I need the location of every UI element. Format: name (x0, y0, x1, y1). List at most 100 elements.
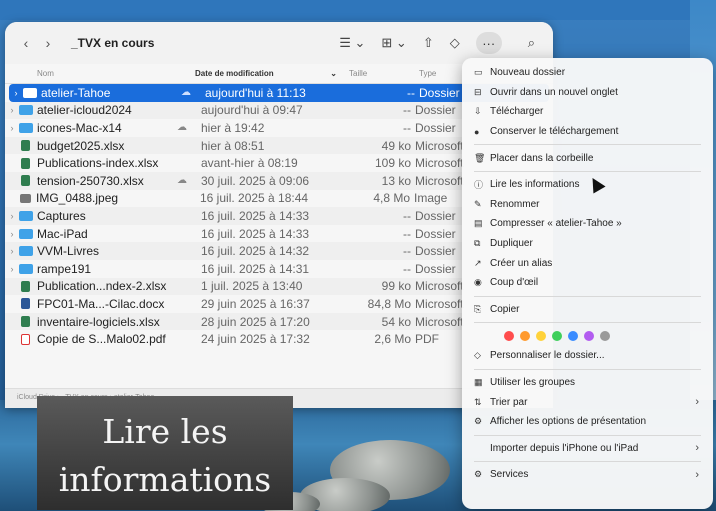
groups-icon: ▦ (474, 377, 483, 388)
file-size: 49 ko (381, 138, 411, 153)
disclosure-chevron-icon[interactable]: › (7, 246, 17, 256)
menu-item[interactable]: ◉ Coup d'œil (468, 273, 707, 293)
tab-icon: ⊟ (474, 86, 482, 97)
disclosure-chevron-icon[interactable]: › (11, 88, 21, 98)
col-name[interactable]: Nom (5, 69, 195, 78)
file-date: aujourd'hui à 11:13 (205, 85, 306, 100)
menu-item[interactable]: ▭ Nouveau dossier (468, 63, 707, 83)
menu-separator (474, 368, 701, 370)
cloud-icon: ☁ (177, 175, 187, 187)
menu-item[interactable]: ▦ Utiliser les groupes (468, 373, 707, 393)
menu-item-label: Services (490, 469, 529, 481)
menu-item-label: Personnaliser le dossier... (490, 350, 605, 362)
options-icon: ⚙ (474, 416, 483, 427)
menu-item-label: Dupliquer (490, 238, 533, 250)
menu-item[interactable]: 🗑 Placer dans la corbeille (468, 148, 707, 168)
menu-separator (474, 434, 701, 436)
tag-color-dot[interactable] (504, 331, 514, 342)
trash-icon: 🗑 (474, 152, 486, 163)
file-date: 16 juil. 2025 à 14:33 (201, 208, 310, 223)
copy-icon: ⎘ (474, 303, 482, 314)
menu-item[interactable]: ⧉ Dupliquer (468, 234, 707, 254)
menu-item-label: Placer dans la corbeille (490, 152, 594, 164)
file-name: icones-Mac-x14 (37, 120, 122, 135)
window-title: _TVX en cours (71, 36, 155, 50)
menu-item[interactable]: ⇅ Trier par › (468, 392, 707, 412)
menu-item[interactable]: ✎ Renommer (468, 195, 707, 215)
file-size: -- (403, 208, 411, 223)
menu-item-label: Nouveau dossier (490, 67, 566, 79)
file-date: 24 juin 2025 à 17:32 (201, 332, 310, 347)
file-name: Publication...ndex-2.xlsx (37, 279, 167, 294)
excel-icon (21, 316, 30, 328)
col-size[interactable]: Taille (343, 69, 413, 78)
menu-item[interactable]: ● Conserver le téléchargement (468, 122, 707, 142)
menu-separator (474, 295, 701, 297)
more-button[interactable]: ··· (475, 32, 502, 54)
search-icon[interactable]: ⌕ (528, 35, 535, 51)
file-name: Copie de S...Malo02.pdf (37, 332, 166, 347)
disclosure-chevron-icon[interactable]: › (7, 123, 17, 133)
menu-item[interactable]: ▤ Compresser « atelier-Tahoe » (468, 214, 707, 234)
menu-item[interactable]: ⊟ Ouvrir dans un nouvel onglet (468, 83, 707, 103)
col-date[interactable]: Date de modification ⌄ (195, 69, 343, 78)
file-size: -- (403, 244, 411, 259)
tag-color-dot[interactable] (552, 331, 562, 342)
tag-icon[interactable]: ◇ (450, 35, 460, 51)
menu-item[interactable]: ◇ Personnaliser le dossier... (468, 346, 707, 366)
file-size: 2,6 Mo (374, 332, 411, 347)
ellipsis-icon: ··· (482, 35, 496, 51)
file-name: inventaire-logiciels.xlsx (37, 314, 160, 329)
tag-color-dot[interactable] (600, 331, 610, 342)
menu-item-label: Renommer (490, 198, 540, 210)
pdf-icon (21, 333, 30, 345)
tag-color-dot[interactable] (536, 331, 546, 342)
word-icon (21, 298, 30, 310)
list-view-icon[interactable]: ☰ ⌄ (339, 35, 365, 51)
file-size: 84,8 Mo (367, 296, 411, 311)
file-name: Publications-index.xlsx (37, 156, 159, 171)
duplicate-icon: ⧉ (474, 238, 481, 249)
cloud-icon: ☁ (177, 122, 187, 134)
folder-icon (23, 87, 37, 98)
menu-item[interactable]: ⚙ Services › (468, 465, 707, 485)
file-date: aujourd'hui à 09:47 (201, 103, 303, 118)
forward-button[interactable]: › (37, 32, 59, 54)
file-name: tension-250730.xlsx (37, 173, 144, 188)
chevron-right-icon: › (695, 442, 699, 455)
file-date: avant-hier à 08:19 (201, 156, 298, 171)
tag-icon: ◇ (474, 350, 481, 361)
menu-item[interactable]: ↗ Créer un alias (468, 253, 707, 273)
context-menu: ▭ Nouveau dossier ⊟ Ouvrir dans un nouvel o… (462, 58, 713, 509)
menu-item[interactable]: ⎘ Copier (468, 300, 707, 320)
download-icon: ⇩ (474, 106, 482, 117)
file-name: Captures (37, 208, 86, 223)
menu-item[interactable]: ⇩ Télécharger (468, 102, 707, 122)
back-button[interactable]: ‹ (15, 32, 37, 54)
disclosure-chevron-icon[interactable]: › (7, 264, 17, 274)
disclosure-chevron-icon[interactable]: › (7, 105, 17, 115)
menu-item[interactable]: ⚙ Afficher les options de présentation (468, 412, 707, 432)
tag-color-dot[interactable] (568, 331, 578, 342)
group-view-icon[interactable]: ⊞ ⌄ (381, 35, 406, 51)
eye-icon: ◉ (474, 277, 482, 288)
new-folder-icon: ▭ (474, 67, 483, 78)
file-size: 109 ko (374, 156, 411, 171)
chevron-right-icon: › (695, 468, 699, 481)
file-name: rampe191 (37, 261, 92, 276)
keep-icon: ● (474, 126, 480, 137)
tag-colors (468, 326, 707, 346)
chevron-right-icon: › (695, 396, 699, 409)
file-date: 28 juin 2025 à 17:20 (201, 314, 310, 329)
file-size: 54 ko (381, 314, 411, 329)
menu-separator (474, 170, 701, 172)
file-date: 16 juil. 2025 à 18:44 (200, 191, 309, 206)
file-size: 99 ko (381, 279, 411, 294)
share-icon[interactable]: ⇧ (423, 35, 434, 51)
disclosure-chevron-icon[interactable]: › (7, 229, 17, 239)
disclosure-chevron-icon[interactable]: › (7, 211, 17, 221)
folder-icon (19, 122, 33, 133)
tag-color-dot[interactable] (584, 331, 594, 342)
menu-item[interactable]: Importer depuis l'iPhone ou l'iPad › (468, 439, 707, 459)
tag-color-dot[interactable] (520, 331, 530, 342)
